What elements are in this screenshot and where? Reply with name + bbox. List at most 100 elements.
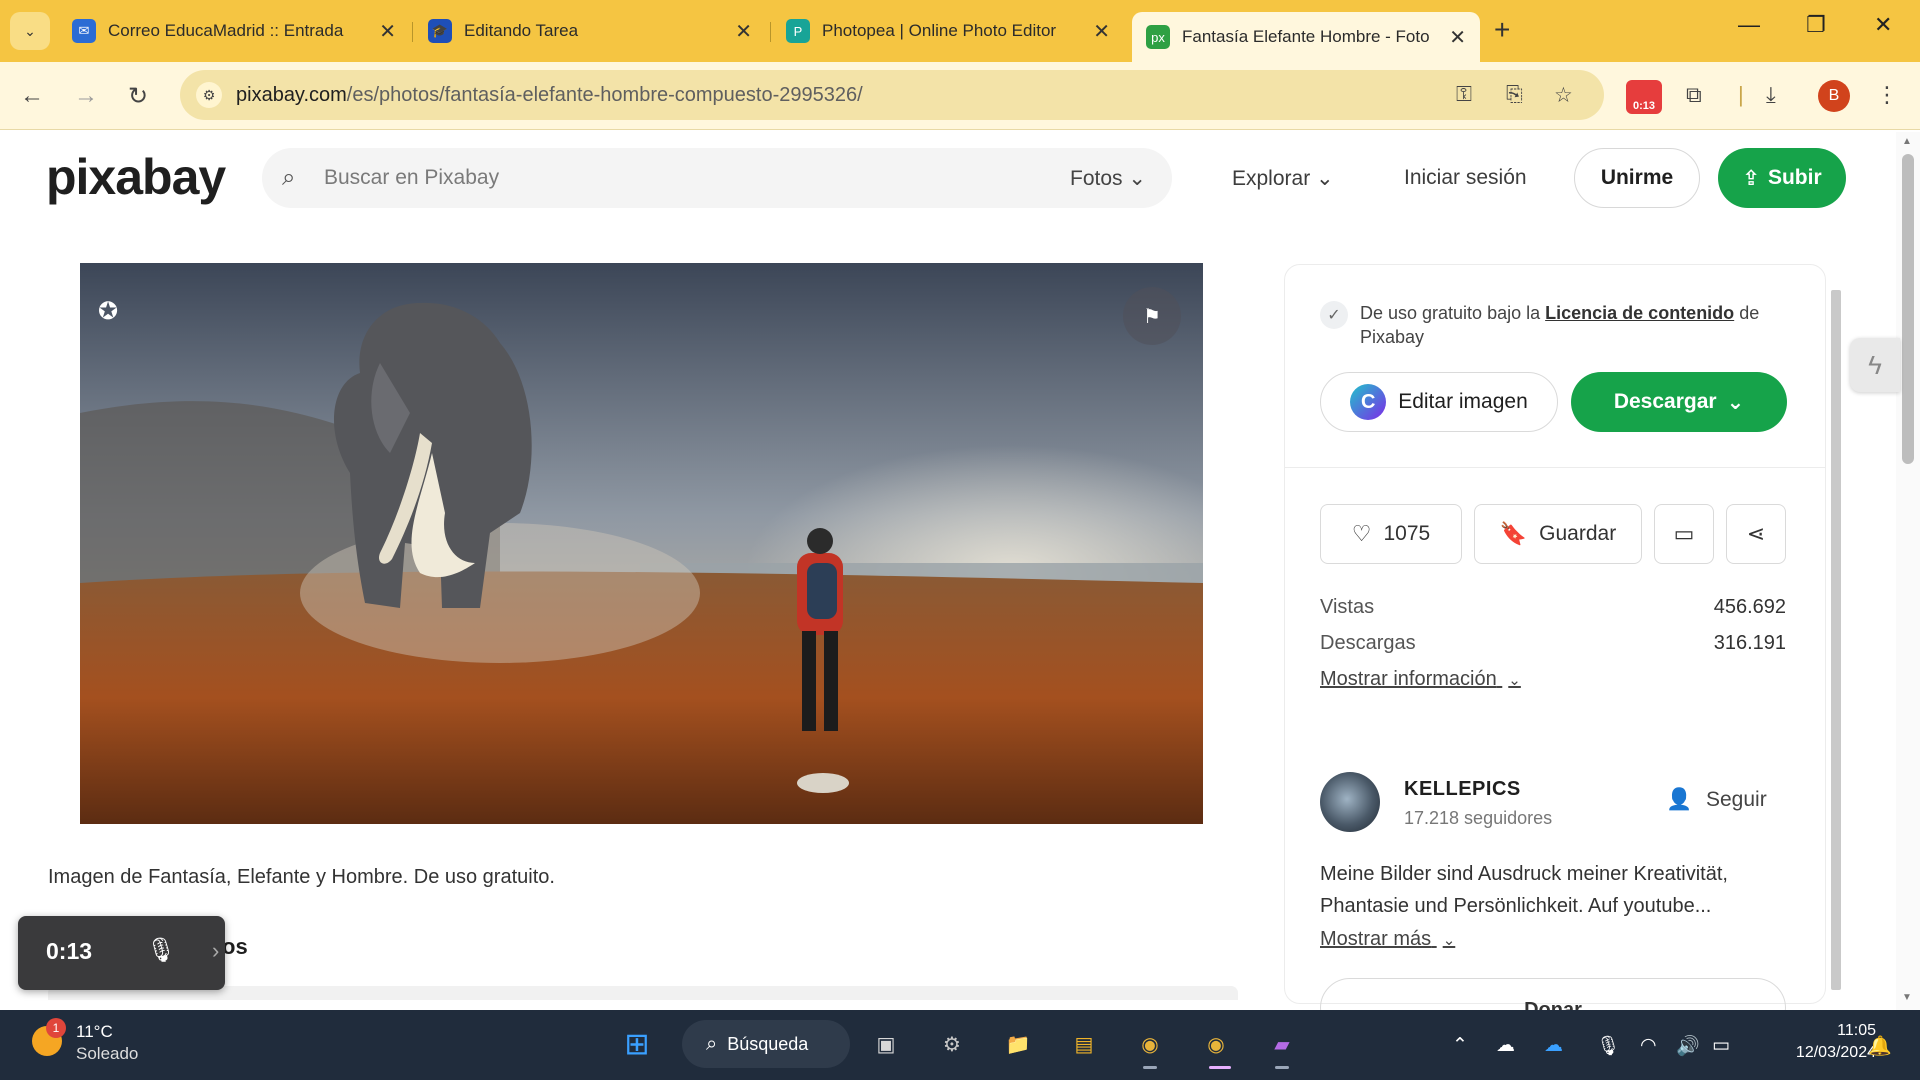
search-icon: ⌕ [282,164,296,191]
address-bar[interactable]: ⚙ pixabay.com/es/photos/fantasía-elefant… [180,70,1604,120]
author-name[interactable]: KELLEPICS [1404,778,1521,801]
likes-count: 1075 [1383,522,1431,545]
screen-recorder-widget[interactable]: 0:13 🎙 › [18,916,225,990]
video-app-icon[interactable]: ▰ [1262,1024,1302,1064]
tab-editando-tarea[interactable]: 🎓 Editando Tarea ✕ [414,12,766,50]
extensions-icon[interactable]: ⧉ [1686,82,1702,108]
microphone-icon[interactable]: 🎙 [146,936,176,965]
weather-description[interactable]: Soleado [76,1044,138,1064]
close-icon[interactable]: ✕ [1093,19,1110,44]
close-window-button[interactable]: ✕ [1874,12,1892,38]
floating-assistant-icon[interactable]: ϟ [1850,338,1900,392]
site-settings-icon[interactable]: ⚙ [196,82,222,108]
comment-button[interactable]: ▭ [1654,504,1714,564]
downloads-value: 316.191 [1713,632,1786,654]
notes-app-icon[interactable]: ▤ [1064,1024,1104,1064]
panel-scrollbar[interactable] [1826,266,1846,1006]
search-type-dropdown[interactable]: Fotos ⌄ [1070,166,1146,191]
upload-label: Subir [1767,166,1822,189]
screen-recorder-extension-icon[interactable]: 0:13 [1626,80,1662,114]
like-button[interactable]: ♡ 1075 [1320,504,1462,564]
new-tab-button[interactable]: + [1494,14,1510,46]
panel-scrollbar-track[interactable] [1831,290,1841,990]
panel-divider [1284,467,1826,468]
pixabay-tab-icon: px [1146,25,1170,49]
chrome-icon[interactable]: ◉ [1130,1024,1170,1064]
profile-avatar[interactable]: B [1818,80,1850,112]
restore-button[interactable]: ❐ [1806,12,1826,38]
minimize-button[interactable]: — [1738,12,1760,38]
search-type-label: Fotos [1070,167,1123,190]
notification-bell-icon[interactable]: 🔔 [1868,1034,1892,1058]
key-icon[interactable]: ⚿ [1456,83,1472,107]
app-running-indicator [1275,1066,1289,1069]
tab-label: Fantasía Elefante Hombre - Foto [1182,27,1430,46]
clock-date[interactable]: 12/03/2024 [1756,1044,1876,1062]
save-button[interactable]: 🔖 Guardar [1474,504,1642,564]
tab-separator [412,22,413,42]
login-link[interactable]: Iniciar sesión [1404,166,1527,190]
tab-search-button[interactable]: ⌄ [10,12,50,50]
main-photo[interactable]: ✪ ⚑ [80,263,1203,824]
clock-time[interactable]: 11:05 [1776,1022,1876,1040]
scroll-down-icon[interactable]: ▼ [1902,992,1912,1003]
chevron-up-icon[interactable]: ⌃ [1452,1034,1468,1057]
search-bar[interactable]: ⌕ Buscar en Pixabay Fotos ⌄ [262,148,1172,208]
tab-pixabay-active[interactable]: px Fantasía Elefante Hombre - Foto ✕ [1132,12,1480,62]
battery-icon[interactable]: ▭ [1712,1034,1730,1057]
file-explorer-icon[interactable]: 📁 [998,1024,1038,1064]
share-button[interactable]: ⋖ [1726,504,1786,564]
close-icon[interactable]: ✕ [1449,25,1466,50]
url-text[interactable]: pixabay.com/es/photos/fantasía-elefante-… [236,84,863,107]
close-icon[interactable]: ✕ [379,19,396,44]
install-app-icon[interactable]: ⎘ [1506,83,1523,107]
license-link[interactable]: Licencia de contenido [1545,303,1734,323]
wifi-icon[interactable]: ◠ [1640,1034,1657,1057]
taskbar-search[interactable]: ⌕ Búsqueda [682,1020,850,1068]
photo-caption: Imagen de Fantasía, Elefante y Hombre. D… [48,866,555,888]
save-label: Guardar [1539,522,1617,545]
join-button[interactable]: Unirme [1574,148,1700,208]
close-icon[interactable]: ✕ [735,19,752,44]
taskbar-search-label: Búsqueda [727,1033,809,1054]
chrome-profile-icon[interactable]: ◉ [1196,1024,1236,1064]
page-scrollbar[interactable]: ▲ ▼ [1896,132,1920,1010]
pixabay-logo[interactable]: pixabay [46,148,226,206]
tab-correo[interactable]: ✉ Correo EducaMadrid :: Entrada ✕ [58,12,410,50]
flag-icon[interactable]: ⚑ [1123,287,1181,345]
weather-notification-badge: 1 [46,1018,66,1038]
chevron-down-icon: ⌄ [1726,390,1745,414]
star-icon[interactable]: ☆ [1554,83,1573,108]
search-input[interactable]: Buscar en Pixabay [324,166,499,190]
back-icon[interactable]: ← [20,82,44,110]
forward-icon[interactable]: → [74,82,98,110]
follow-button[interactable]: 👤 Seguir [1666,788,1767,812]
upload-icon: ⇪ [1742,166,1760,190]
chevron-right-icon[interactable]: › [212,938,219,964]
reload-icon[interactable]: ↻ [128,82,148,111]
download-button[interactable]: Descargar ⌄ [1571,372,1787,432]
chevron-down-icon: ⌄ [1442,932,1456,949]
explore-menu[interactable]: Explorar ⌄ [1232,166,1334,191]
microphone-tray-icon[interactable]: 🎙 [1596,1034,1620,1058]
scroll-up-icon[interactable]: ▲ [1902,136,1912,147]
onedrive-blue-icon[interactable]: ☁ [1544,1034,1563,1057]
author-avatar[interactable] [1320,772,1380,832]
tab-photopea[interactable]: P Photopea | Online Photo Editor ✕ [772,12,1124,50]
photopea-icon: P [786,19,810,43]
settings-icon[interactable]: ⚙ [932,1024,972,1064]
url-host: pixabay.com [236,84,347,106]
edit-image-button[interactable]: C Editar imagen [1320,372,1558,432]
windows-start-icon[interactable]: ⊞ [617,1024,657,1064]
downloads-label: Descargas [1320,632,1416,654]
show-more-link[interactable]: Mostrar más ⌄ [1320,928,1455,951]
task-view-icon[interactable]: ▣ [866,1024,906,1064]
download-icon[interactable]: ⤓ [1766,82,1776,108]
onedrive-icon[interactable]: ☁ [1496,1034,1515,1057]
page-scrollbar-thumb[interactable] [1902,154,1914,464]
upload-button[interactable]: ⇪ Subir [1718,148,1846,208]
volume-icon[interactable]: 🔊 [1676,1034,1700,1058]
weather-temperature[interactable]: 11°C [76,1022,113,1042]
menu-icon[interactable]: ⋮ [1876,82,1898,108]
show-info-link[interactable]: Mostrar información ⌄ [1320,668,1521,691]
